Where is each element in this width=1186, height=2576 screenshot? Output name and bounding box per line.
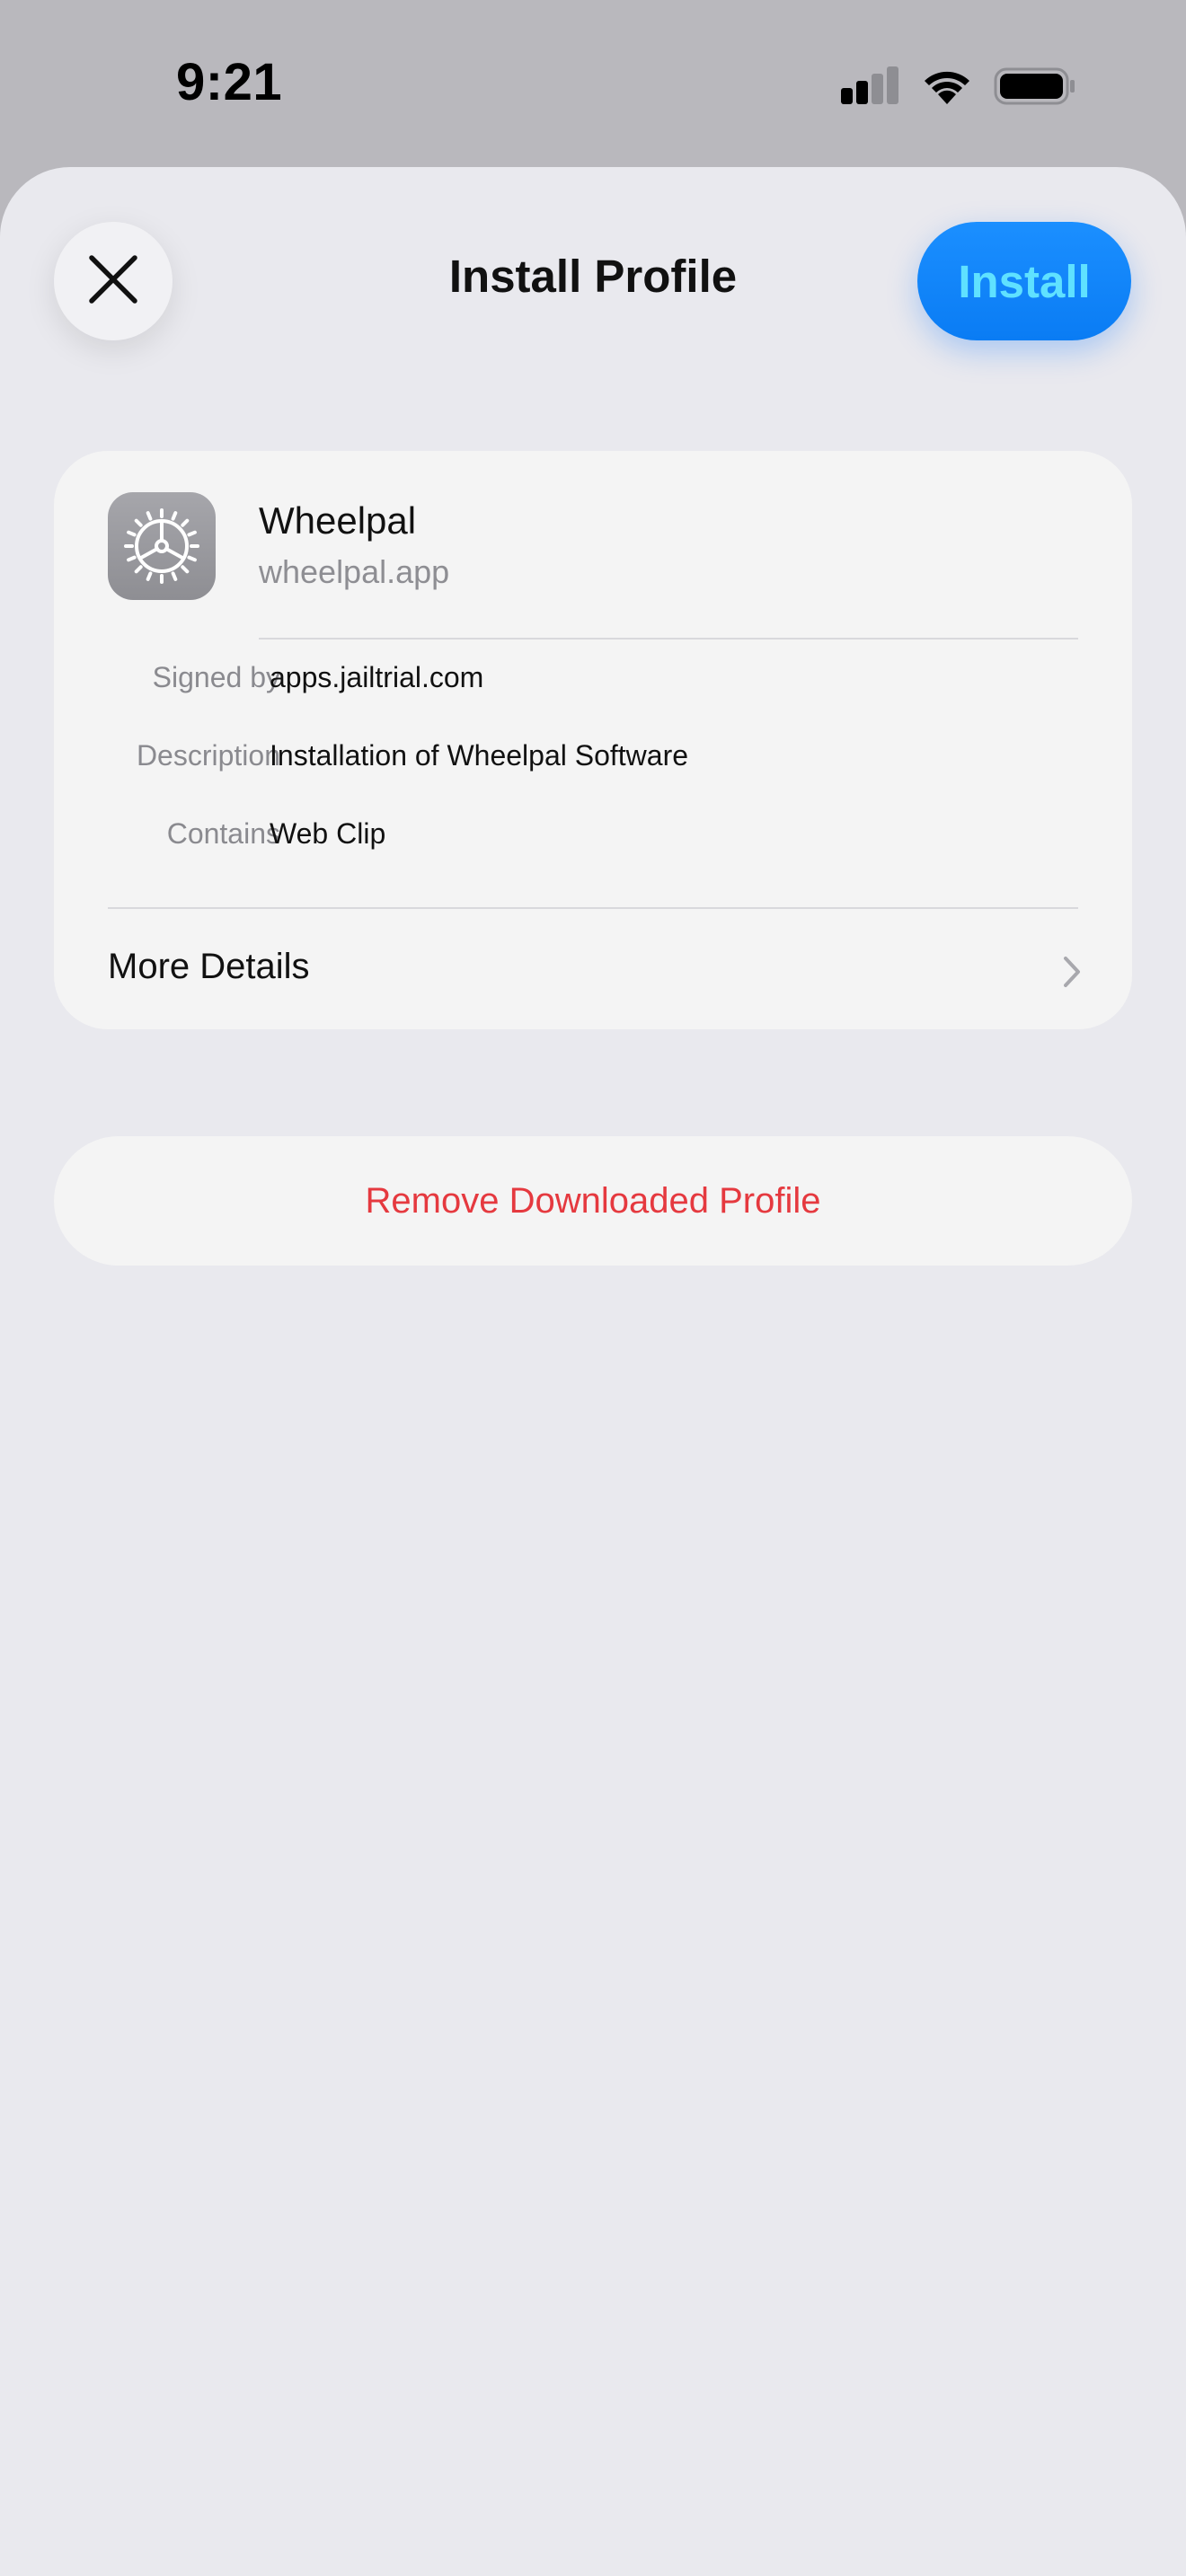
description-label: Description: [136, 739, 280, 772]
contains-label: Contains: [166, 817, 280, 850]
divider: [108, 907, 1078, 909]
status-bar: 9:21: [0, 0, 1186, 167]
install-profile-sheet: Install Profile Install Wheelpal wheelpa…: [0, 167, 1186, 2576]
chevron-right-icon: [1062, 956, 1082, 992]
settings-gear-icon: [108, 492, 216, 600]
status-icons: [839, 65, 1076, 108]
profile-card: Wheelpal wheelpal.app Signed by apps.jai…: [54, 451, 1132, 1029]
description-value: Installation of Wheelpal Software: [270, 739, 689, 772]
profile-domain: wheelpal.app: [259, 553, 450, 590]
remove-profile-label: Remove Downloaded Profile: [365, 1180, 821, 1221]
cellular-signal-icon: [839, 66, 900, 106]
signed-by-value: apps.jailtrial.com: [270, 661, 484, 693]
more-details-row[interactable]: More Details: [54, 947, 1132, 1029]
remove-profile-button[interactable]: Remove Downloaded Profile: [54, 1136, 1132, 1266]
contains-value: Web Clip: [270, 817, 386, 850]
status-time: 9:21: [176, 53, 283, 111]
signed-by-label: Signed by: [152, 661, 280, 693]
battery-icon: [994, 66, 1076, 106]
install-button[interactable]: Install: [917, 222, 1131, 340]
wifi-icon: [920, 66, 974, 106]
sheet-header: Install Profile Install: [0, 167, 1186, 401]
divider: [259, 638, 1078, 640]
more-details-label: More Details: [108, 947, 310, 986]
profile-name: Wheelpal: [259, 499, 417, 542]
